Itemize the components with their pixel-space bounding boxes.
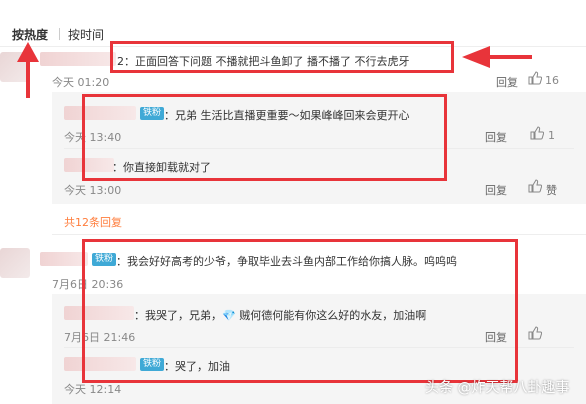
- watermark-text: 头条 @炸天帮八卦趣事: [425, 380, 570, 396]
- arrow-annotations: [17, 42, 532, 98]
- arrow-left-icon: [462, 46, 532, 68]
- arrow-up-icon: [17, 42, 39, 98]
